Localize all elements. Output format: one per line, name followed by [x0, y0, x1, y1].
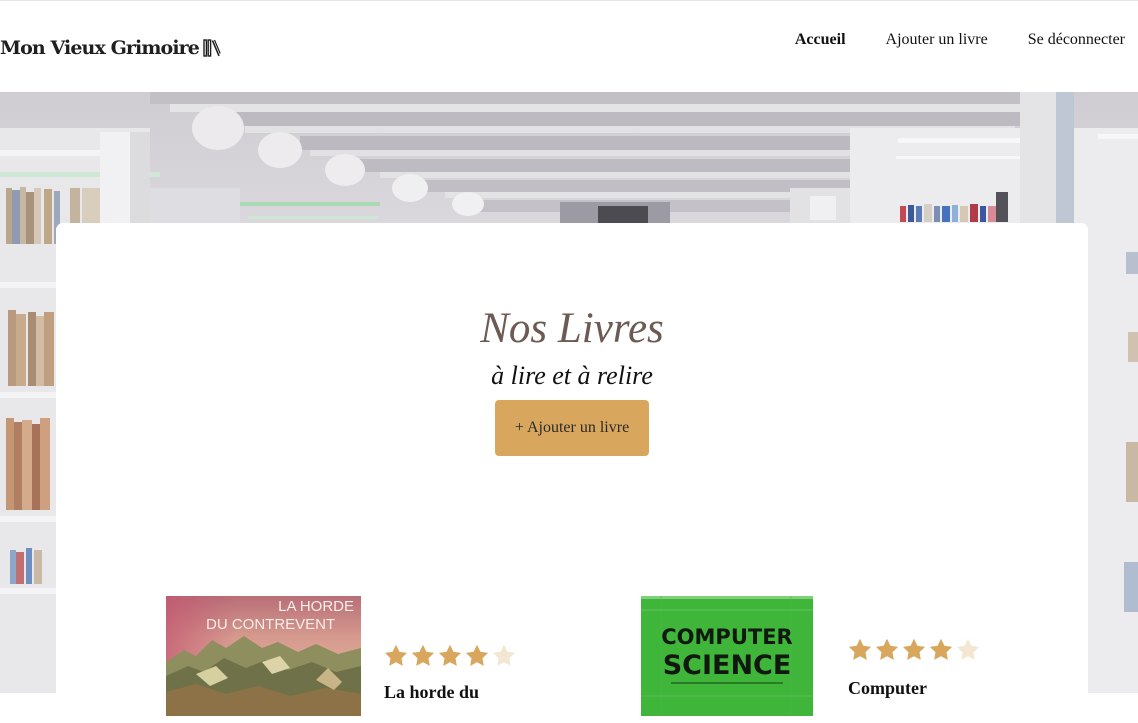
star-filled-icon — [929, 638, 953, 660]
cover-title-line1: COMPUTER — [661, 625, 792, 649]
star-empty-icon — [492, 644, 516, 666]
star-filled-icon — [384, 644, 408, 666]
main-nav: Accueil Ajouter un livre Se déconnecter — [795, 31, 1125, 49]
book-cover-image[interactable]: COMPUTER SCIENCE — [641, 596, 813, 716]
books-section: Nos Livres à lire et à relire + Ajouter … — [56, 223, 1088, 723]
nav-ajouter-livre[interactable]: Ajouter un livre — [886, 31, 988, 49]
nav-accueil[interactable]: Accueil — [795, 31, 846, 49]
star-filled-icon — [411, 644, 435, 666]
star-filled-icon — [848, 638, 872, 660]
book-title[interactable]: Computer — [848, 678, 927, 699]
star-empty-icon — [956, 638, 980, 660]
star-filled-icon — [465, 644, 489, 666]
nav-se-deconnecter[interactable]: Se déconnecter — [1028, 31, 1125, 49]
logo-text: Mon Vieux Grimoire — [0, 37, 200, 59]
books-icon — [203, 38, 221, 58]
cover-title-line1: LA HORDE — [278, 598, 354, 615]
cover-title-line2: SCIENCE — [663, 650, 792, 681]
cover-title-line2: DU CONTREVENT — [206, 616, 335, 633]
star-filled-icon — [438, 644, 462, 666]
star-rating — [384, 644, 516, 667]
add-book-button[interactable]: + Ajouter un livre — [495, 400, 649, 456]
star-filled-icon — [875, 638, 899, 660]
star-filled-icon — [902, 638, 926, 660]
logo[interactable]: Mon Vieux Grimoire — [0, 34, 221, 62]
page-subtitle: à lire et à relire — [491, 361, 653, 390]
site-header: Mon Vieux Grimoire Accueil Ajouter un li… — [0, 0, 1138, 92]
book-cover-image[interactable]: LA HORDE DU CONTREVENT — [166, 596, 361, 716]
page-title: Nos Livres — [480, 305, 664, 352]
star-rating — [848, 638, 980, 661]
